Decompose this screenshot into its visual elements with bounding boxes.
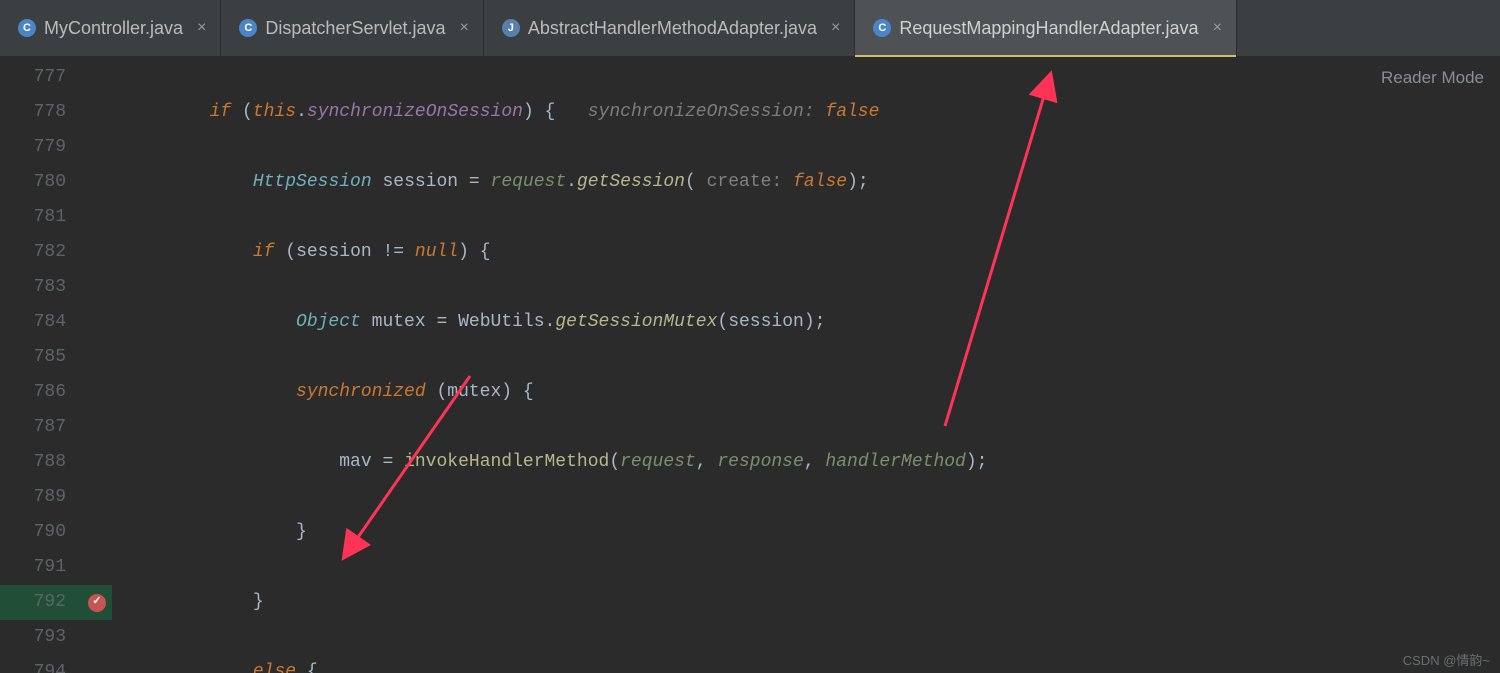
code-area[interactable]: if (this.synchronizeOnSession) { synchro… [112,56,1500,673]
code-line-777: if (this.synchronizeOnSession) { synchro… [134,95,1500,130]
gutter-line-792[interactable]: 792 [0,585,112,620]
gutter-line-787[interactable]: 787 [0,410,112,445]
editor: Reader Mode 7777787797807817827837847857… [0,56,1500,673]
tab-label: MyController.java [44,18,183,39]
tab-label: DispatcherServlet.java [265,18,445,39]
gutter-line-793[interactable]: 793 [0,620,112,655]
code-line-782: mav = invokeHandlerMethod(request, respo… [134,445,1500,480]
tab-bar: C MyController.java × C DispatcherServle… [0,0,1500,56]
gutter: 7777787797807817827837847857867877887897… [0,56,112,673]
watermark: CSDN @情韵~ [1403,650,1490,669]
gutter-line-791[interactable]: 791 [0,550,112,585]
tab-label: AbstractHandlerMethodAdapter.java [528,18,817,39]
tab-requestmappinghandleradapter[interactable]: C RequestMappingHandlerAdapter.java × [855,0,1237,56]
gutter-line-782[interactable]: 782 [0,235,112,270]
gutter-line-780[interactable]: 780 [0,165,112,200]
tab-label: RequestMappingHandlerAdapter.java [899,18,1198,39]
code-line-780: Object mutex = WebUtils.getSessionMutex(… [134,305,1500,340]
code-line-781: synchronized (mutex) { [134,375,1500,410]
class-icon: C [873,19,891,37]
gutter-line-779[interactable]: 779 [0,130,112,165]
code-line-785: else { [134,655,1500,673]
tab-abstracthandler[interactable]: J AbstractHandlerMethodAdapter.java × [484,0,856,56]
close-icon[interactable]: × [1207,19,1222,37]
gutter-line-783[interactable]: 783 [0,270,112,305]
close-icon[interactable]: × [825,19,840,37]
code-line-779: if (session != null) { [134,235,1500,270]
code-line-778: HttpSession session = request.getSession… [134,165,1500,200]
gutter-line-789[interactable]: 789 [0,480,112,515]
java-icon: J [502,19,520,37]
close-icon[interactable]: × [191,19,206,37]
tab-dispatcherservlet[interactable]: C DispatcherServlet.java × [221,0,483,56]
gutter-line-786[interactable]: 786 [0,375,112,410]
gutter-line-788[interactable]: 788 [0,445,112,480]
gutter-line-784[interactable]: 784 [0,305,112,340]
breakpoint-icon[interactable] [88,594,106,612]
code-line-784: } [134,585,1500,620]
gutter-line-778[interactable]: 778 [0,95,112,130]
code-line-783: } [134,515,1500,550]
gutter-line-785[interactable]: 785 [0,340,112,375]
gutter-line-790[interactable]: 790 [0,515,112,550]
gutter-line-777[interactable]: 777 [0,60,112,95]
class-icon: C [239,19,257,37]
close-icon[interactable]: × [454,19,469,37]
class-icon: C [18,19,36,37]
tab-mycontroller[interactable]: C MyController.java × [0,0,221,56]
gutter-line-794[interactable]: 794 [0,655,112,673]
gutter-line-781[interactable]: 781 [0,200,112,235]
